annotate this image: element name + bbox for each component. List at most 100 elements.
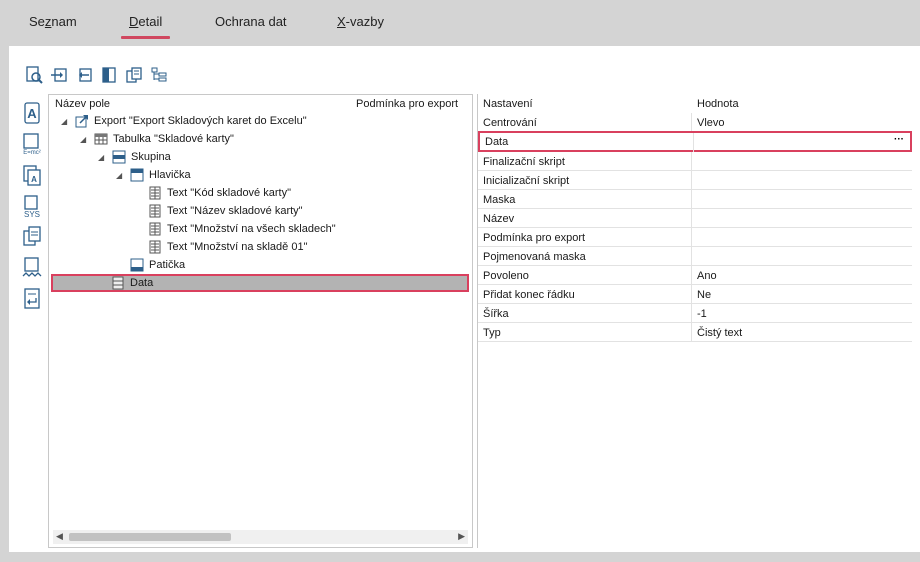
tab-ochrana-dat[interactable]: Ochrana dat [215, 14, 287, 29]
preview-icon[interactable] [23, 64, 45, 86]
property-name: Maska [483, 194, 516, 206]
scroll-left-icon[interactable]: ◀ [56, 531, 63, 542]
tree-node-header[interactable]: ◢ Hlavička [116, 166, 191, 184]
detail-panel: A E=mc² A SYS Název pole Podmínka pro ex… [9, 46, 920, 552]
property-value[interactable]: Čistý text [697, 327, 742, 339]
field-icon[interactable]: A [19, 98, 45, 128]
tab-label-accesskey: D [129, 14, 139, 29]
data-icon [111, 276, 125, 290]
property-row-pridat-konec-radku[interactable]: Přidat konec řádku Ne [478, 285, 912, 304]
group-icon [112, 150, 126, 164]
tree-node-label: Skupina [131, 151, 171, 163]
formula-icon[interactable]: E=mc² [19, 129, 45, 159]
tab-label: nam [51, 14, 77, 29]
tree-node-text[interactable]: Text "Název skladové karty" [148, 202, 303, 220]
tree-node-text[interactable]: Text "Množství na skladě 01" [148, 238, 308, 256]
svg-text:E=mc²: E=mc² [23, 150, 41, 156]
property-row-typ[interactable]: Typ Čistý text [478, 323, 912, 342]
svg-text:SYS: SYS [24, 210, 40, 218]
property-row-sirka[interactable]: Šířka -1 [478, 304, 912, 323]
text-field-icon [148, 222, 162, 236]
copy-field-icon[interactable] [19, 222, 45, 252]
property-name: Typ [483, 327, 501, 339]
footer-icon [130, 258, 144, 272]
properties-header: Nastavení Hodnota [478, 94, 912, 113]
tree-node-table[interactable]: ◢ Tabulka "Skladové karty" [80, 130, 234, 148]
text-field-icon [148, 186, 162, 200]
insert-before-icon[interactable] [73, 64, 95, 86]
property-name: Pojmenovaná maska [483, 251, 586, 263]
scrollbar-thumb[interactable] [69, 533, 231, 541]
property-name: Inicializační skript [483, 175, 570, 187]
property-row-povoleno[interactable]: Povoleno Ano [478, 266, 912, 285]
property-row-centrovani[interactable]: Centrování Vlevo [478, 113, 912, 132]
text-field-icon [148, 204, 162, 218]
line-break-icon[interactable] [19, 284, 45, 314]
scroll-right-icon[interactable]: ▶ [458, 531, 465, 542]
svg-text:A: A [27, 106, 37, 121]
tree-node-label: Data [130, 277, 154, 289]
tab-label: Ochrana dat [215, 14, 287, 29]
tree-node-text[interactable]: Text "Kód skladové karty" [148, 184, 291, 202]
tab-detail[interactable]: Detail [120, 14, 171, 39]
header-icon [130, 168, 144, 182]
field-tree: Název pole Podmínka pro export ◢ Export … [48, 94, 473, 548]
properties-grid: Nastavení Hodnota Centrování Vlevo Data … [477, 94, 914, 548]
svg-text:A: A [31, 175, 37, 184]
horizontal-scrollbar[interactable]: ◀ ▶ [53, 530, 468, 544]
column-header-value: Hodnota [697, 98, 739, 110]
property-value[interactable]: -1 [697, 308, 707, 320]
property-value[interactable]: Vlevo [697, 117, 725, 129]
expand-toggle-icon[interactable]: ◢ [61, 117, 71, 126]
tree-node-label: Text "Název skladové karty" [167, 205, 303, 217]
wave-field-icon[interactable] [19, 253, 45, 283]
tree-node-export[interactable]: ◢ Export "Export Skladových karet do Exc… [61, 112, 307, 130]
system-field-icon[interactable]: SYS [19, 191, 45, 221]
property-row-finalizacni-skript[interactable]: Finalizační skript [478, 152, 912, 171]
tab-seznam[interactable]: Seznam [29, 14, 77, 29]
property-name: Šířka [483, 308, 509, 320]
property-value[interactable]: Ne [697, 289, 711, 301]
tree-structure-icon[interactable] [148, 64, 170, 86]
tree-node-text[interactable]: Text "Množství na všech skladech" [148, 220, 336, 238]
column-header-setting: Nastavení [483, 98, 533, 110]
expand-toggle-icon[interactable]: ◢ [98, 153, 108, 162]
tree-node-label: Hlavička [149, 169, 191, 181]
expand-toggle-icon[interactable]: ◢ [80, 135, 90, 144]
property-row-nazev[interactable]: Název [478, 209, 912, 228]
column-header-field-name[interactable]: Název pole [55, 98, 110, 110]
insert-after-icon[interactable] [48, 64, 70, 86]
table-icon [94, 132, 108, 146]
tree-node-label: Text "Množství na všech skladech" [167, 223, 336, 235]
property-name: Povoleno [483, 270, 529, 282]
picture-icon[interactable]: A [19, 160, 45, 190]
ellipsis-button[interactable]: ··· [891, 135, 907, 148]
tree-node-label: Export "Export Skladových karet do Excel… [94, 115, 307, 127]
expand-toggle-icon[interactable]: ◢ [116, 171, 126, 180]
property-name: Finalizační skript [483, 156, 565, 168]
tab-x-vazby[interactable]: X-vazby [337, 14, 384, 29]
tree-node-label: Text "Kód skladové karty" [167, 187, 291, 199]
property-value[interactable]: Ano [697, 270, 717, 282]
property-row-pojmenovana-maska[interactable]: Pojmenovaná maska [478, 247, 912, 266]
copy-icon[interactable] [123, 64, 145, 86]
column-header-export-condition[interactable]: Podmínka pro export [356, 98, 458, 110]
tab-label-accesskey: X [337, 14, 346, 29]
property-row-podminka-pro-export[interactable]: Podmínka pro export [478, 228, 912, 247]
export-icon [75, 114, 89, 128]
property-name: Centrování [483, 117, 537, 129]
property-name: Přidat konec řádku [483, 289, 575, 301]
property-row-inicializacni-skript[interactable]: Inicializační skript [478, 171, 912, 190]
tree-node-label: Tabulka "Skladové karty" [113, 133, 234, 145]
property-name: Data [485, 136, 509, 148]
tree-node-group[interactable]: ◢ Skupina [98, 148, 171, 166]
tree-node-data-selected[interactable]: Data [51, 274, 469, 292]
tree-node-label: Text "Množství na skladě 01" [167, 241, 308, 253]
text-field-icon [148, 240, 162, 254]
property-row-maska[interactable]: Maska [478, 190, 912, 209]
page-icon[interactable] [98, 64, 120, 86]
tab-label: -vazby [345, 14, 384, 29]
property-row-data[interactable]: Data ··· [478, 131, 912, 152]
tree-node-footer[interactable]: Patička [130, 256, 185, 274]
tree-node-data[interactable]: Data [111, 274, 153, 292]
